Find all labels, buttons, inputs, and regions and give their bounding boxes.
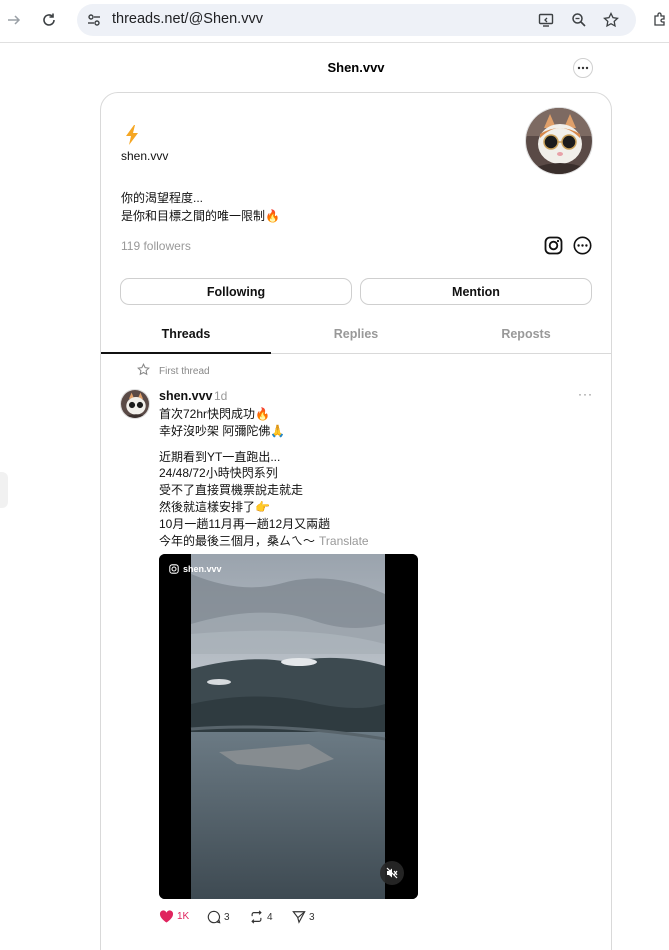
- instagram-watermark-icon: [169, 564, 179, 574]
- following-button[interactable]: Following: [120, 278, 352, 305]
- lightning-bolt-icon: [125, 125, 139, 150]
- tab-threads[interactable]: Threads: [101, 327, 271, 341]
- post-line: 10月一趟11月再一趟12月又兩趟: [159, 516, 331, 531]
- url-text[interactable]: threads.net/@Shen.vvv: [112, 11, 263, 27]
- side-panel-handle[interactable]: [0, 472, 8, 508]
- bio-line-1: 你的渴望程度...: [121, 191, 204, 205]
- more-dots-icon: [577, 66, 589, 70]
- page-title: Shen.vvv: [327, 60, 385, 75]
- address-bar[interactable]: threads.net/@Shen.vvv: [77, 4, 636, 36]
- page-more-button[interactable]: [573, 58, 593, 78]
- mute-toggle-button[interactable]: [380, 861, 404, 885]
- more-options-icon[interactable]: [573, 236, 592, 260]
- profile-handle: shen.vvv: [121, 149, 169, 163]
- active-tab-indicator: [101, 352, 271, 354]
- comment-icon: [207, 910, 221, 924]
- instagram-icon[interactable]: [544, 236, 563, 260]
- reply-count: 3: [224, 911, 230, 923]
- share-button[interactable]: 3: [292, 910, 315, 924]
- translate-link[interactable]: Translate: [319, 534, 369, 548]
- post-line: 首次72hr快閃成功🔥: [159, 407, 270, 421]
- post-line: 近期看到YT一直跑出...: [159, 449, 281, 464]
- post-line-last: 今年的最後三個月，桑ㄙㄟ～ Translate: [159, 533, 369, 548]
- tab-reposts[interactable]: Reposts: [441, 327, 611, 341]
- tab-replies[interactable]: Replies: [271, 327, 441, 341]
- post-author-avatar[interactable]: [120, 389, 150, 419]
- post-line: 受不了直接買機票說走就走: [159, 483, 304, 498]
- cast-icon[interactable]: [536, 10, 556, 30]
- pin-star-icon: [137, 362, 150, 381]
- post-line: 幸好沒吵架 阿彌陀佛🙏: [159, 423, 286, 438]
- bio-line-2: 是你和目標之間的唯一限制🔥: [121, 209, 280, 223]
- post-line: 24/48/72小時快閃系列: [159, 466, 278, 481]
- toolbar-divider: [0, 42, 669, 43]
- site-info-icon[interactable]: [84, 10, 104, 30]
- post-video[interactable]: shen.vvv: [159, 554, 418, 899]
- heart-icon: [159, 910, 174, 923]
- reload-icon[interactable]: [37, 8, 61, 32]
- followers-count[interactable]: 119 followers: [121, 239, 191, 253]
- forward-icon[interactable]: [2, 8, 26, 32]
- bookmark-star-icon[interactable]: [601, 10, 621, 30]
- like-count: 1K: [177, 911, 190, 922]
- fire-emoji: 🔥: [265, 209, 280, 223]
- post-line: 然後就這樣安排了👉: [159, 499, 270, 514]
- video-watermark: shen.vvv: [169, 564, 222, 574]
- post-author-name[interactable]: shen.vvv: [159, 389, 213, 403]
- post-body: 首次72hr快閃成功🔥 幸好沒吵架 阿彌陀佛🙏 近期看到YT一直跑出... 24…: [159, 406, 579, 549]
- profile-tabs: Threads Replies Reposts: [101, 319, 611, 354]
- profile-avatar[interactable]: [525, 107, 593, 175]
- zoom-icon[interactable]: [569, 10, 589, 30]
- profile-card: shen.vvv 你的渴望程度... 是你和目標之間的唯一限制🔥 119 fol…: [100, 92, 612, 950]
- share-count: 3: [309, 911, 315, 923]
- post-timestamp[interactable]: 1d: [214, 389, 227, 403]
- send-icon: [292, 911, 306, 924]
- post-more-button[interactable]: ···: [578, 387, 593, 401]
- repost-icon: [251, 910, 262, 924]
- post-line-break: [159, 440, 579, 449]
- repost-count: 4: [267, 911, 273, 923]
- mention-button[interactable]: Mention: [360, 278, 592, 305]
- speaker-muted-icon: [386, 867, 398, 879]
- like-button[interactable]: 1K: [159, 910, 189, 923]
- profile-bio: 你的渴望程度... 是你和目標之間的唯一限制🔥: [121, 189, 280, 225]
- repost-button[interactable]: 4: [249, 910, 273, 924]
- reply-button[interactable]: 3: [207, 910, 230, 924]
- extensions-icon[interactable]: [648, 8, 669, 32]
- pinned-label: First thread: [159, 366, 210, 377]
- browser-toolbar: threads.net/@Shen.vvv: [0, 0, 669, 40]
- video-frame: [159, 554, 418, 899]
